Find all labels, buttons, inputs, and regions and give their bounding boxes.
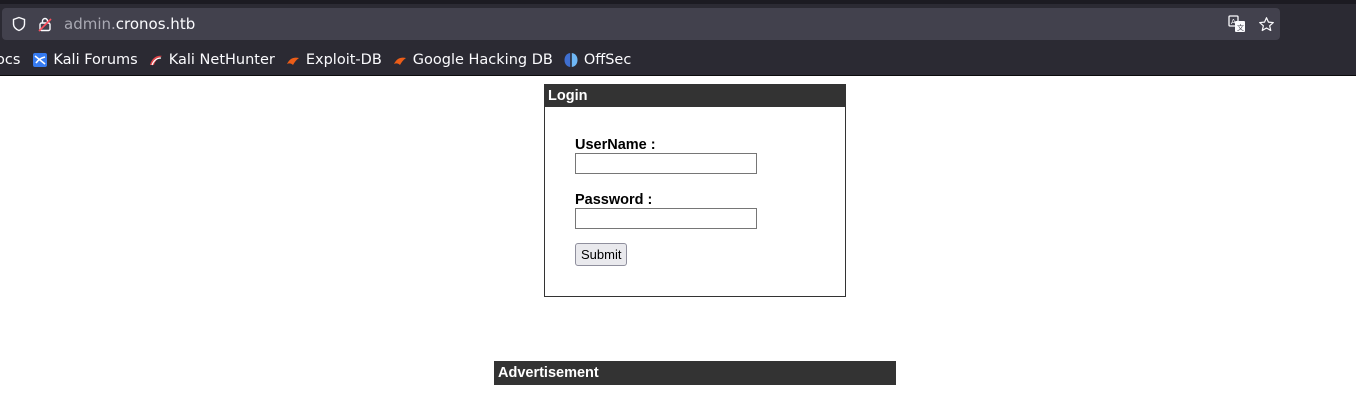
bookmark-kali-forums[interactable]: Kali Forums: [32, 47, 138, 73]
bookmark-label: Kali Forums: [53, 52, 138, 68]
bookmark-label: Google Hacking DB: [412, 52, 553, 68]
password-label: Password :: [575, 192, 653, 208]
url-text[interactable]: admin.cronos.htb: [64, 8, 195, 40]
advertisement-title: Advertisement: [494, 361, 896, 385]
bookmark-label: OffSec: [583, 52, 632, 68]
insecure-lock-icon[interactable]: [36, 8, 54, 40]
advertisement-panel: Advertisement: [494, 361, 896, 385]
url-domain: cronos.htb: [115, 15, 196, 33]
password-input[interactable]: [575, 208, 757, 229]
bookmark-label: Exploit-DB: [305, 52, 382, 68]
bookmark-offsec[interactable]: OffSec: [563, 47, 632, 73]
tab-strip-edge: [0, 0, 1356, 4]
login-panel-title: Login: [545, 85, 845, 107]
bookmark-google-hacking-db[interactable]: Google Hacking DB: [392, 47, 553, 73]
bookmark-label: ocs: [0, 52, 21, 68]
username-input[interactable]: [575, 153, 757, 174]
bookmark-kali-nethunter[interactable]: Kali NetHunter: [148, 47, 275, 73]
bookmark-exploit-db[interactable]: Exploit-DB: [285, 47, 382, 73]
login-form: UserName : Password :: [575, 137, 757, 229]
browser-toolbar: admin.cronos.htb A文 ocs Kali Forums Kali…: [0, 0, 1356, 76]
svg-text:文: 文: [1237, 23, 1244, 32]
submit-button[interactable]: Submit: [575, 243, 628, 266]
bookmarks-toolbar: ocs Kali Forums Kali NetHunter Exploit-D…: [0, 47, 1356, 73]
kali-forums-icon: [32, 52, 48, 68]
bookmark-docs[interactable]: ocs: [0, 47, 20, 73]
url-subdomain: admin.: [64, 15, 116, 33]
translate-icon[interactable]: A文: [1226, 8, 1248, 40]
exploit-db-icon: [285, 52, 301, 68]
kali-nethunter-icon: [148, 52, 164, 68]
bookmark-label: Kali NetHunter: [168, 52, 275, 68]
shield-icon[interactable]: [10, 8, 28, 40]
login-panel: Login UserName : Password : Submit: [544, 84, 846, 297]
address-bar[interactable]: admin.cronos.htb A文: [2, 8, 1280, 40]
ghdb-icon: [392, 52, 408, 68]
username-label: UserName :: [575, 137, 656, 153]
offsec-icon: [563, 52, 579, 68]
bookmark-star-icon[interactable]: [1255, 8, 1277, 40]
